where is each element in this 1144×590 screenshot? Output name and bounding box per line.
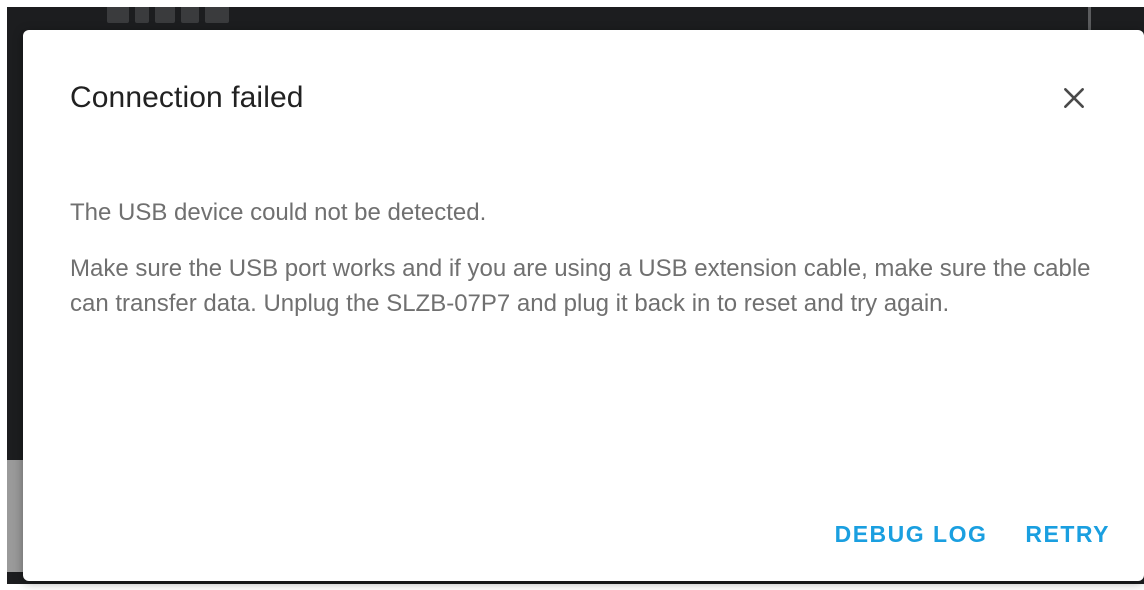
close-button[interactable]	[1048, 72, 1100, 124]
dialog-title: Connection failed	[70, 81, 304, 114]
dialog-content: The USB device could not be detected. Ma…	[70, 195, 1105, 321]
retry-button[interactable]: RETRY	[1013, 512, 1122, 556]
error-summary: The USB device could not be detected.	[70, 199, 487, 226]
screen: Connection failed The USB device could n…	[0, 0, 1144, 590]
obscured-page-heading	[107, 7, 237, 29]
dialog-actions: DEBUG LOG RETRY	[823, 512, 1122, 556]
backdrop-divider	[1088, 7, 1091, 31]
troubleshooting-instructions: Make sure the USB port works and if you …	[70, 255, 1091, 317]
close-icon	[1064, 88, 1084, 108]
connection-failed-dialog: Connection failed The USB device could n…	[23, 30, 1144, 581]
backdrop-side-panel	[7, 460, 23, 572]
debug-log-button[interactable]: DEBUG LOG	[823, 512, 1000, 556]
